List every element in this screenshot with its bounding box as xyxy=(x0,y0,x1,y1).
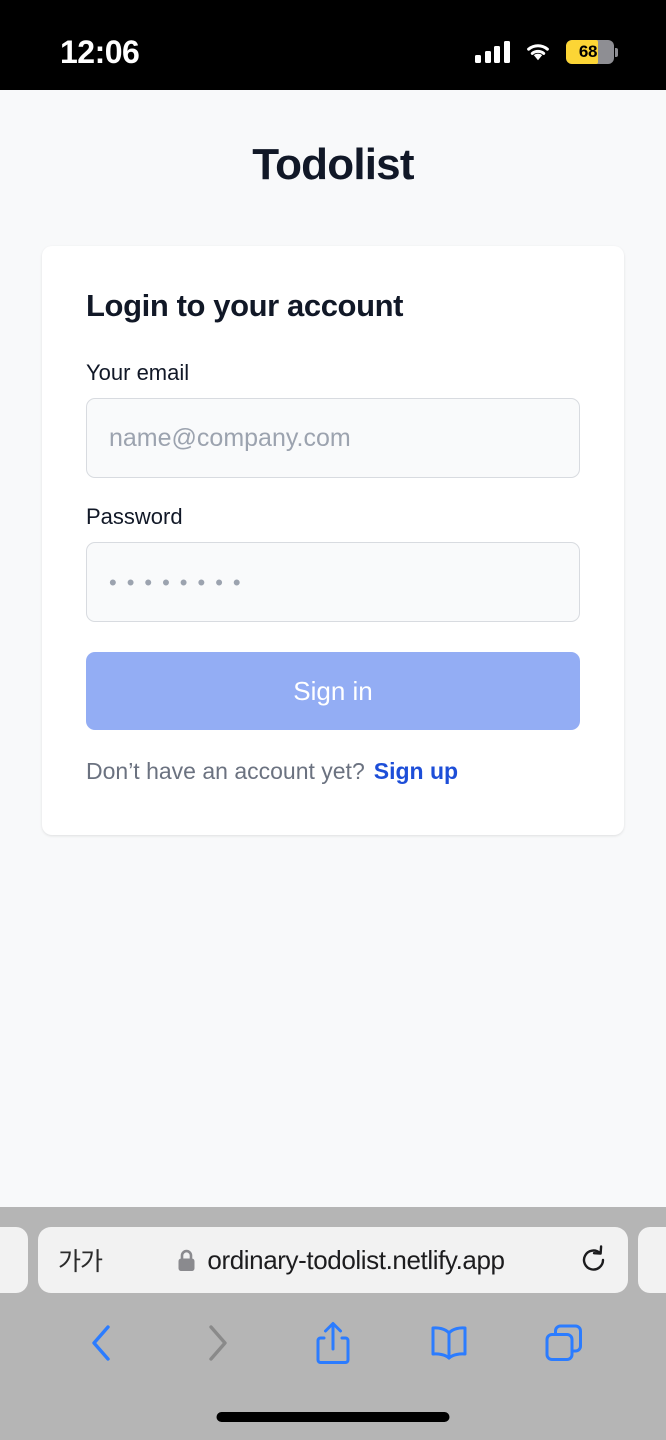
url-text: ordinary-todolist.netlify.app xyxy=(207,1244,505,1275)
password-input[interactable] xyxy=(86,542,580,622)
tabs-icon xyxy=(545,1324,583,1361)
chevron-left-icon xyxy=(92,1325,110,1361)
battery-level: 68 xyxy=(578,42,598,61)
status-bar-indicators: 68 xyxy=(475,40,618,64)
text-size-button[interactable]: 가가 xyxy=(58,1242,103,1278)
sign-up-link[interactable]: Sign up xyxy=(374,758,458,785)
status-bar-time: 12:06 xyxy=(60,33,140,70)
browser-toolbar xyxy=(0,1303,666,1383)
sign-in-button[interactable]: Sign in xyxy=(86,652,580,730)
cellular-bars-icon xyxy=(475,41,510,63)
login-card: Login to your account Your email Passwor… xyxy=(42,246,624,835)
share-button[interactable] xyxy=(275,1313,391,1373)
password-label: Password xyxy=(86,504,183,529)
url-bar[interactable]: 가가 ordinary-todolist.netlify.app xyxy=(38,1227,628,1293)
phone-screen: 12:06 68 Todolist Login to your account … xyxy=(0,0,666,1440)
wifi-icon xyxy=(526,44,549,61)
share-icon xyxy=(316,1322,350,1364)
email-label: Your email xyxy=(86,360,190,385)
status-bar: 12:06 68 xyxy=(0,0,666,90)
home-indicator xyxy=(216,1412,450,1422)
bookmarks-button[interactable] xyxy=(391,1313,507,1373)
password-field-group: Password xyxy=(86,504,580,622)
web-page-content: Todolist Login to your account Your emai… xyxy=(0,90,666,1207)
tab-peek-right[interactable] xyxy=(638,1227,666,1293)
browser-chrome: 가가 ordinary-todolist.netlify.app xyxy=(0,1207,666,1440)
book-icon xyxy=(431,1326,467,1360)
chevron-right-icon xyxy=(209,1325,228,1361)
signup-prompt-text: Don’t have an account yet? xyxy=(86,758,365,784)
forward-button[interactable] xyxy=(160,1313,276,1373)
email-field-group: Your email xyxy=(86,360,580,478)
url-display[interactable]: ordinary-todolist.netlify.app xyxy=(102,1245,580,1276)
signup-prompt: Don’t have an account yet? Sign up xyxy=(86,758,580,785)
tabs-button[interactable] xyxy=(506,1313,622,1373)
reload-icon[interactable] xyxy=(580,1245,608,1275)
battery-icon: 68 xyxy=(565,40,618,64)
tab-peek-left[interactable] xyxy=(0,1227,28,1293)
login-heading: Login to your account xyxy=(86,288,404,323)
lock-icon xyxy=(178,1249,195,1271)
page-title: Todolist xyxy=(252,140,414,189)
email-input[interactable] xyxy=(86,398,580,478)
url-bar-row: 가가 ordinary-todolist.netlify.app xyxy=(0,1217,666,1297)
back-button[interactable] xyxy=(44,1313,160,1373)
